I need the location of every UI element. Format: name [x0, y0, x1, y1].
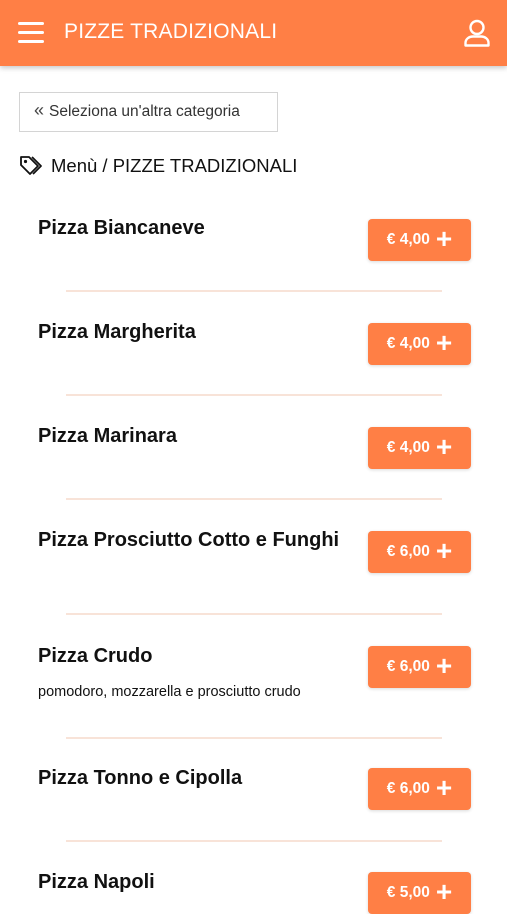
item-price: € 6,00 — [386, 543, 430, 560]
add-to-cart-button[interactable]: € 6,00 + — [368, 531, 471, 573]
plus-icon: + — [435, 431, 453, 462]
item-price: € 6,00 — [386, 658, 430, 675]
plus-icon: + — [435, 327, 453, 358]
add-to-cart-button[interactable]: € 6,00 + — [368, 646, 471, 688]
item-name: Pizza Biancaneve — [38, 217, 205, 239]
item-price: € 6,00 — [386, 780, 430, 797]
item-name: Pizza Prosciutto Cotto e Funghi — [38, 529, 340, 551]
item-description: pomodoro, mozzarella e prosciutto crudo — [38, 684, 301, 700]
tags-icon — [20, 156, 42, 175]
item-name: Pizza Crudo — [38, 645, 153, 667]
item-price: € 5,00 — [386, 884, 430, 901]
item-name: Pizza Napoli — [38, 871, 155, 893]
double-chevron-left-icon: « — [34, 99, 45, 120]
top-app-bar: PIZZE TRADIZIONALI — [0, 0, 507, 66]
plus-icon: + — [435, 772, 453, 803]
item-name: Pizza Tonno e Cipolla — [38, 767, 243, 789]
breadcrumb-label: Menù / PIZZE TRADIZIONALI — [51, 155, 298, 176]
add-to-cart-button[interactable]: € 5,00 + — [368, 872, 471, 914]
add-to-cart-button[interactable]: € 4,00 + — [368, 427, 471, 469]
select-other-category-label: Seleziona un'altra categoria — [49, 103, 240, 120]
plus-icon: + — [435, 223, 453, 254]
divider — [66, 290, 442, 292]
plus-icon: + — [435, 650, 453, 681]
divider — [66, 737, 442, 739]
item-price: € 4,00 — [386, 231, 430, 248]
add-to-cart-button[interactable]: € 4,00 + — [368, 323, 471, 365]
plus-icon: + — [435, 876, 453, 907]
divider — [66, 394, 442, 396]
add-to-cart-button[interactable]: € 6,00 + — [368, 768, 471, 810]
select-other-category-button[interactable]: « Seleziona un'altra categoria — [19, 92, 278, 132]
hamburger-menu-icon[interactable] — [18, 21, 44, 45]
plus-icon: + — [435, 535, 453, 566]
divider — [66, 613, 442, 615]
item-price: € 4,00 — [386, 439, 430, 456]
item-price: € 4,00 — [386, 335, 430, 352]
item-name: Pizza Marinara — [38, 425, 177, 447]
divider — [66, 498, 442, 500]
breadcrumb: Menù / PIZZE TRADIZIONALI — [19, 155, 297, 177]
page-title: PIZZE TRADIZIONALI — [64, 20, 278, 43]
add-to-cart-button[interactable]: € 4,00 + — [368, 219, 471, 261]
user-icon[interactable] — [462, 18, 492, 48]
item-name: Pizza Margherita — [38, 321, 196, 343]
divider — [66, 840, 442, 842]
